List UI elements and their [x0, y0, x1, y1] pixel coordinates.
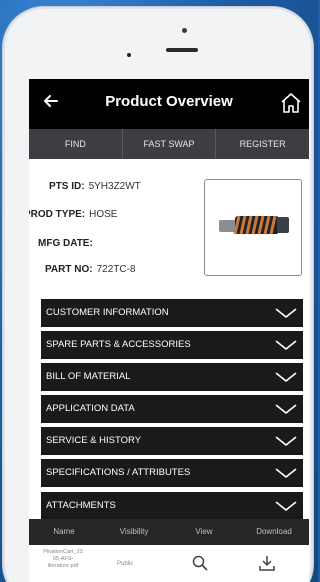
section-label: SPECIFICATIONS / ATTRIBUTES: [46, 467, 191, 478]
prod-type-row: PROD TYPE: HOSE: [29, 209, 117, 220]
search-icon[interactable]: [192, 555, 208, 571]
pts-id-label: PTS ID:: [49, 181, 85, 192]
section-customer-information[interactable]: CUSTOMER INFORMATION: [41, 299, 303, 327]
chevron-down-icon: [275, 308, 297, 318]
tab-register[interactable]: REGISTER: [216, 129, 309, 159]
section-service-history[interactable]: SERVICE & HISTORY: [41, 427, 303, 455]
chevron-down-icon: [275, 404, 297, 414]
tab-find[interactable]: FIND: [29, 129, 123, 159]
section-label: SERVICE & HISTORY: [46, 435, 142, 446]
mfg-date-row: MFG DATE:: [38, 238, 97, 249]
section-label: CUSTOMER INFORMATION: [46, 307, 169, 318]
home-icon[interactable]: [279, 91, 303, 115]
attachments-table-header: Name Visibility View Download: [29, 519, 309, 545]
product-image[interactable]: [204, 179, 302, 276]
section-label: APPLICATION DATA: [46, 403, 135, 414]
hose-image: [219, 215, 289, 235]
chevron-down-icon: [275, 436, 297, 446]
section-application-data[interactable]: APPLICATION DATA: [41, 395, 303, 423]
file-name: PinationCart_23 05-AFS-literature.pdf: [43, 549, 83, 569]
section-bill-of-material[interactable]: BILL OF MATERIAL: [41, 363, 303, 391]
chevron-down-icon: [275, 501, 297, 511]
table-row: PinationCart_23 05-AFS-literature.pdf Pu…: [29, 545, 309, 582]
download-icon[interactable]: [259, 555, 275, 571]
section-label: ATTACHMENTS: [46, 500, 116, 511]
prod-type-value: HOSE: [89, 209, 118, 220]
speaker: [166, 48, 198, 52]
back-arrow-icon[interactable]: [41, 91, 65, 115]
column-name: Name: [53, 527, 75, 536]
section-attachments[interactable]: ATTACHMENTS: [41, 492, 303, 520]
camera: [182, 28, 187, 33]
sensor: [127, 53, 131, 57]
app-screen: Product Overview FIND FAST SWAP REGISTER…: [29, 79, 309, 582]
section-label: SPARE PARTS & ACCESSORIES: [46, 339, 191, 350]
pts-id-value: 5YH3Z2WT: [88, 181, 141, 192]
prod-type-label: PROD TYPE:: [29, 209, 86, 220]
section-specifications[interactable]: SPECIFICATIONS / ATTRIBUTES: [41, 459, 303, 487]
page-title: Product Overview: [105, 93, 233, 110]
part-no-label: PART NO:: [45, 264, 93, 275]
file-visibility: Public: [117, 561, 134, 567]
tab-fast-swap[interactable]: FAST SWAP: [123, 129, 217, 159]
column-view: View: [195, 527, 213, 536]
chevron-down-icon: [275, 372, 297, 382]
column-download: Download: [256, 527, 292, 536]
part-no-row: PART NO: 722TC-8: [45, 264, 136, 275]
app-header: Product Overview: [29, 79, 309, 129]
chevron-down-icon: [275, 468, 297, 478]
section-spare-parts[interactable]: SPARE PARTS & ACCESSORIES: [41, 331, 303, 359]
part-no-value: 722TC-8: [96, 264, 136, 275]
mfg-date-label: MFG DATE:: [38, 238, 93, 249]
column-visibility: Visibility: [119, 527, 149, 536]
section-label: BILL OF MATERIAL: [46, 371, 131, 382]
chevron-down-icon: [275, 340, 297, 350]
pts-id-row: PTS ID: 5YH3Z2WT: [49, 181, 141, 192]
nav-tabs: FIND FAST SWAP REGISTER: [29, 129, 309, 159]
